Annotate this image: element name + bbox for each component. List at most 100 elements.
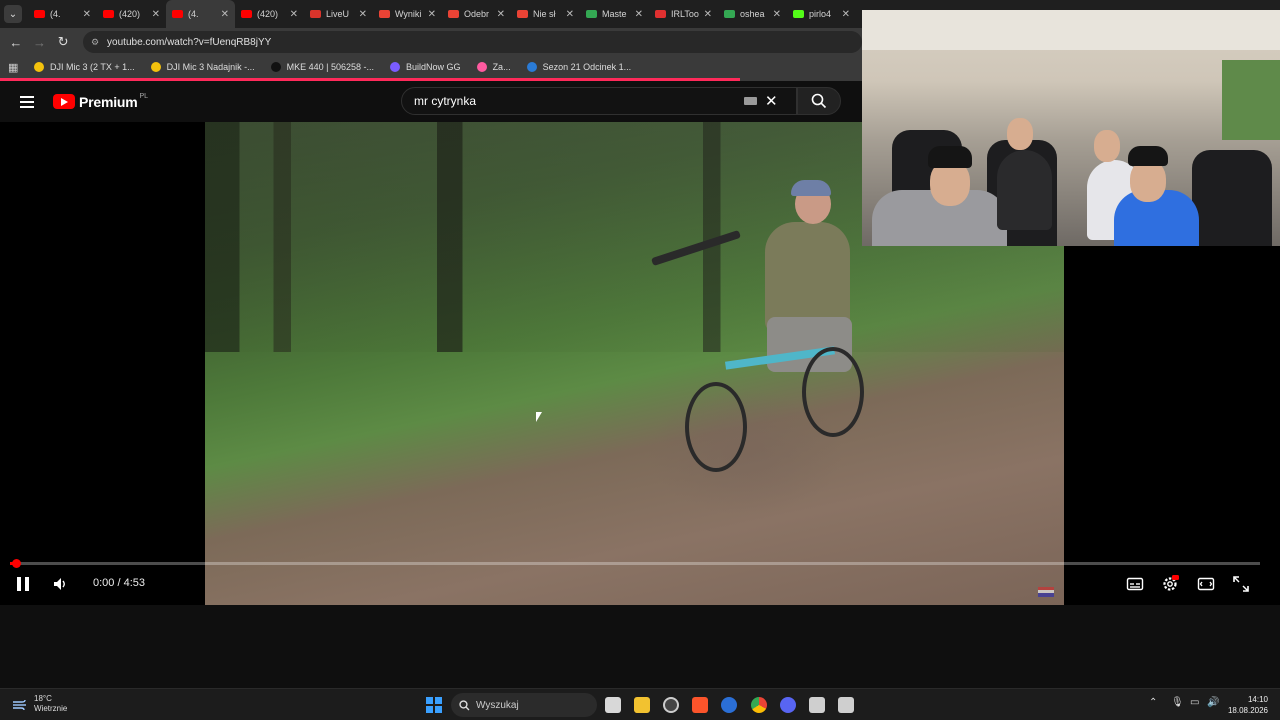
tab-title: Maste <box>602 9 627 19</box>
liveu-icon <box>310 10 321 18</box>
site-info-icon[interactable]: ⚙ <box>91 37 99 48</box>
taskbar-search[interactable]: Wyszukaj <box>451 693 597 717</box>
tab-title: (4. <box>50 9 61 19</box>
tab-title: LiveU <box>326 9 350 19</box>
browser-tab[interactable]: Nie sł ✕ <box>511 0 580 28</box>
tab-close-icon[interactable]: ✕ <box>428 9 436 20</box>
browser-tab[interactable]: (4. ✕ <box>166 0 235 28</box>
subtitles-icon[interactable] <box>1126 575 1144 593</box>
browser-tab[interactable]: LiveU ✕ <box>304 0 373 28</box>
tab-close-icon[interactable]: ✕ <box>842 9 850 20</box>
browser-tab[interactable]: oshea ✕ <box>718 0 787 28</box>
settings-gear-icon[interactable] <box>1161 575 1179 593</box>
weather-desc: Wietrznie <box>34 704 68 713</box>
browser-tab[interactable]: (420) ✕ <box>235 0 304 28</box>
reload-icon[interactable]: ↻ <box>51 34 75 50</box>
bookmark-item[interactable]: Sezon 21 Odcinek 1... <box>526 62 632 72</box>
youtube-icon <box>103 10 114 18</box>
tab-title: Odebr <box>464 9 490 19</box>
wind-weather-icon <box>13 699 26 710</box>
app-icon[interactable] <box>838 697 854 713</box>
time-display: 0:00 / 4:53 <box>93 577 145 589</box>
hd-badge-icon <box>1172 575 1179 580</box>
weather-temp: 18°C <box>34 694 52 703</box>
windows-start-icon[interactable] <box>426 697 442 713</box>
webcam-overlay <box>862 10 1280 246</box>
tray-overflow-chevron-icon[interactable]: ⌃ <box>1149 697 1157 708</box>
browser-tab[interactable]: (420) ✕ <box>97 0 166 28</box>
tab-title: pirlo4 <box>809 9 832 19</box>
bookmark-label: Sezon 21 Odcinek 1... <box>542 62 632 72</box>
network-icon[interactable]: ▭ <box>1190 697 1199 708</box>
tab-close-icon[interactable]: ✕ <box>566 9 574 20</box>
tab-close-icon[interactable]: ✕ <box>359 9 367 20</box>
youtube-icon <box>34 10 45 18</box>
fullscreen-icon[interactable] <box>1232 575 1250 593</box>
youtube-icon <box>172 10 183 18</box>
microphone-icon[interactable]: 🎙 <box>1171 697 1184 708</box>
keyboard-icon[interactable] <box>744 97 757 105</box>
tab-close-icon[interactable]: ✕ <box>221 9 229 20</box>
browser-tab[interactable]: Odebr ✕ <box>442 0 511 28</box>
browser-tab[interactable]: IRLToo ✕ <box>649 0 718 28</box>
progress-bar[interactable] <box>10 562 1260 565</box>
bookmark-item[interactable]: Za... <box>476 62 511 72</box>
system-clock[interactable]: 14:10 18.08.2026 <box>1228 694 1268 716</box>
browser-tab[interactable]: (4. ✕ <box>28 0 97 28</box>
youtube-premium-logo[interactable]: Premium PL <box>53 93 148 110</box>
weather-widget[interactable]: 18°C Wietrznie <box>12 694 67 714</box>
obs-icon[interactable] <box>663 697 679 713</box>
browser-toolbar: ← → ↻ ⚙ youtube.com/watch?v=fUenqRB8jYY <box>0 28 862 56</box>
browser-tab[interactable]: Maste ✕ <box>580 0 649 28</box>
tab-search-menu-icon[interactable]: ⌄ <box>4 5 22 23</box>
app-icon[interactable] <box>809 697 825 713</box>
clock-date: 18.08.2026 <box>1227 706 1268 715</box>
menu-icon[interactable] <box>20 95 34 108</box>
pause-icon[interactable] <box>17 577 29 591</box>
file-explorer-icon[interactable] <box>634 697 650 713</box>
bookmark-favicon-icon <box>390 62 401 72</box>
windows-taskbar: 18°C Wietrznie Wyszukaj ⌃ 🎙 ▭ 🔊 14:10 18… <box>0 688 1280 720</box>
tab-close-icon[interactable]: ✕ <box>497 9 505 20</box>
theater-mode-icon[interactable] <box>1197 575 1215 593</box>
drive-icon <box>586 10 597 18</box>
capcut-icon[interactable] <box>721 697 737 713</box>
browser-tab[interactable]: pirlo4 ✕ <box>787 0 856 28</box>
forward-icon[interactable]: → <box>28 35 52 50</box>
tab-close-icon[interactable]: ✕ <box>290 9 298 20</box>
bookmark-favicon-icon <box>150 62 161 72</box>
discord-icon[interactable] <box>780 697 796 713</box>
browser-tab[interactable]: Wyniki ✕ <box>373 0 442 28</box>
address-bar[interactable]: ⚙ youtube.com/watch?v=fUenqRB8jYY <box>82 31 862 53</box>
tab-title: (420) <box>257 9 279 19</box>
progress-scrubber-handle[interactable] <box>12 559 22 568</box>
speaker-icon[interactable]: 🔊 <box>1207 697 1219 708</box>
brave-browser-icon[interactable] <box>692 697 708 713</box>
chrome-icon[interactable] <box>751 697 767 713</box>
tab-close-icon[interactable]: ✕ <box>773 9 781 20</box>
mouse-cursor <box>536 412 542 422</box>
back-icon[interactable]: ← <box>4 35 28 50</box>
search-box: ✕ <box>401 87 797 115</box>
search-button[interactable] <box>797 87 841 115</box>
bookmark-item[interactable]: DJI Mic 3 Nadajnik -... <box>150 62 255 72</box>
clock-time: 14:10 <box>1247 695 1268 704</box>
bookmark-label: Za... <box>492 62 511 72</box>
clear-search-icon[interactable]: ✕ <box>765 92 778 110</box>
tab-title: Nie sł <box>533 9 556 19</box>
bookmark-item[interactable]: MKE 440 | 506258 -... <box>270 62 374 72</box>
tab-close-icon[interactable]: ✕ <box>83 9 91 20</box>
tab-close-icon[interactable]: ✕ <box>704 9 712 20</box>
apps-grid-icon[interactable]: ▦ <box>8 61 22 74</box>
task-view-icon[interactable] <box>605 697 621 713</box>
gmail-icon <box>448 10 459 18</box>
youtube-icon <box>241 10 252 18</box>
bookmark-item[interactable]: BuildNow GG <box>390 62 461 72</box>
search-input[interactable] <box>414 94 744 108</box>
tab-close-icon[interactable]: ✕ <box>635 9 643 20</box>
bookmark-item[interactable]: DJI Mic 3 (2 TX + 1... <box>34 62 135 72</box>
tab-title: (420) <box>119 9 141 19</box>
volume-icon[interactable] <box>52 576 68 592</box>
bookmark-list: DJI Mic 3 (2 TX + 1... DJI Mic 3 Nadajnik… <box>34 62 647 72</box>
tab-close-icon[interactable]: ✕ <box>152 9 160 20</box>
